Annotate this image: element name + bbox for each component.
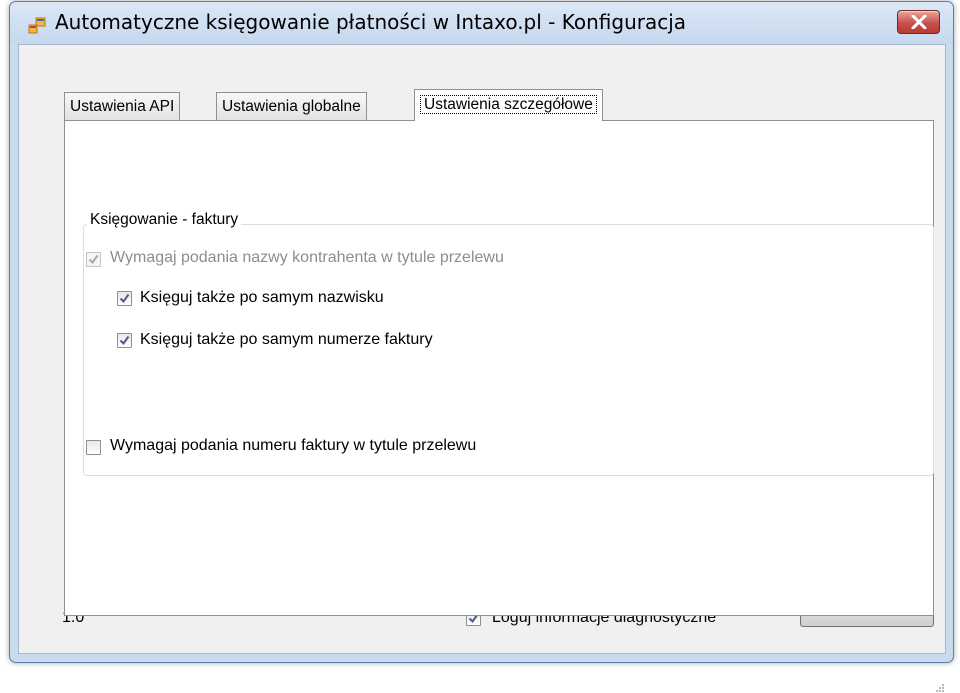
dialog-client-area: Ustawienia API Ustawienia globalne Ustaw… [18, 44, 946, 692]
post-by-surname-checkbox[interactable] [117, 291, 132, 306]
tab-label: Ustawienia globalne [222, 98, 361, 115]
tab-ustawienia-api[interactable]: Ustawienia API [64, 92, 181, 120]
application-icon [28, 17, 46, 34]
tab-label: Ustawienia szczegółowe [420, 95, 597, 114]
post-by-surname-label[interactable]: Księguj także po samym nazwisku [140, 289, 384, 307]
tab-ustawienia-globalne[interactable]: Ustawienia globalne [216, 92, 367, 120]
require-contractor-name-checkbox [86, 252, 101, 267]
post-by-invoice-number-label[interactable]: Księguj także po samym numerze faktury [140, 331, 433, 349]
check-mark-icon [119, 293, 130, 304]
close-button[interactable] [897, 10, 940, 34]
dialog-window: Automatyczne księgowanie płatności w Int… [9, 1, 954, 692]
window-title: Automatyczne księgowanie płatności w Int… [55, 10, 687, 34]
require-contractor-name-label: Wymagaj podania nazwy kontrahenta w tytu… [110, 249, 504, 266]
resize-grip-icon[interactable] [935, 683, 945, 693]
check-mark-icon [88, 254, 99, 265]
close-icon [911, 15, 927, 29]
tab-panel: Księgowanie - faktury Wymagaj podania na… [64, 120, 934, 616]
tab-ustawienia-szczegolowe[interactable]: Ustawienia szczegółowe [414, 89, 603, 121]
tab-label: Ustawienia API [70, 98, 175, 115]
require-invoice-number-label[interactable]: Wymagaj podania numeru faktury w tytule … [110, 437, 476, 455]
title-bar[interactable]: Automatyczne księgowanie płatności w Int… [10, 2, 953, 44]
group-box-title: Księgowanie - faktury [87, 211, 242, 229]
check-mark-icon [119, 335, 130, 346]
require-invoice-number-checkbox[interactable] [86, 440, 101, 455]
post-by-invoice-number-checkbox[interactable] [117, 333, 132, 348]
